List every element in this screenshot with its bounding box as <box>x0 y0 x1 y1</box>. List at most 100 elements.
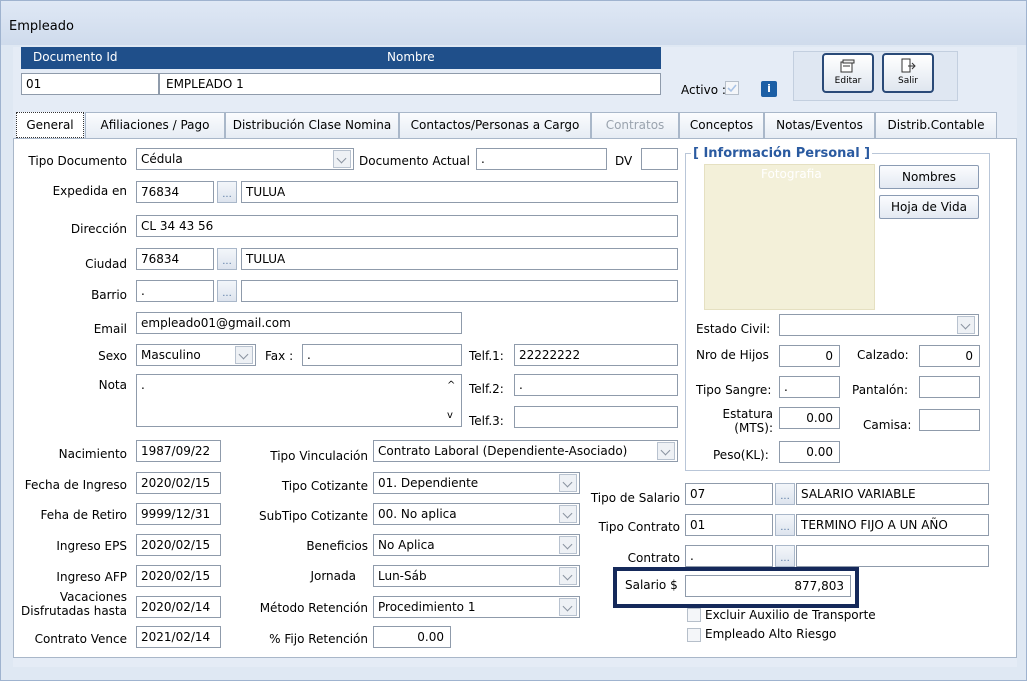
title-bar: Empleado <box>1 1 1026 45</box>
ingreso-eps-field[interactable]: 2020/02/15 <box>136 534 221 556</box>
fotografia-frame[interactable] <box>704 164 875 310</box>
scroll-down-icon[interactable]: v <box>447 409 453 423</box>
vacaciones-label-1: Vacaciones <box>59 590 127 604</box>
salir-button[interactable]: Salir <box>882 53 934 93</box>
ingreso-afp-field[interactable]: 2020/02/15 <box>136 565 221 587</box>
nombres-button[interactable]: Nombres <box>879 165 979 189</box>
chevron-down-icon[interactable] <box>235 346 253 364</box>
estatura-label-1: Estatura <box>722 407 774 421</box>
email-field[interactable]: empleado01@gmail.com <box>136 312 462 334</box>
excluir-auxilio-label: Excluir Auxilio de Transporte <box>705 608 876 622</box>
tipo-documento-label: Tipo Documento <box>28 154 127 168</box>
info-personal-title: [ Información Personal ] <box>691 146 873 161</box>
contrato-vence-label: Contrato Vence <box>34 632 127 646</box>
tab-afiliaciones[interactable]: Afiliaciones / Pago <box>85 112 225 138</box>
metodo-retencion-select[interactable]: Procedimiento 1 <box>373 596 580 618</box>
contrato-name-field[interactable] <box>796 545 989 567</box>
tab-general[interactable]: General <box>16 112 84 138</box>
vacaciones-field[interactable]: 2020/02/14 <box>136 596 221 618</box>
tab-distrib-contable[interactable]: Distrib.Contable <box>875 112 997 138</box>
pantalon-label: Pantalón: <box>852 383 909 397</box>
chevron-down-icon[interactable] <box>559 567 577 585</box>
editar-button[interactable]: Editar <box>822 53 874 93</box>
scroll-up-icon[interactable]: ^ <box>447 379 455 393</box>
activo-label: Activo : <box>681 83 726 97</box>
direccion-label: Dirección <box>70 222 127 236</box>
feha-retiro-field[interactable]: 9999/12/31 <box>136 503 221 525</box>
fax-label: Fax : <box>265 349 294 363</box>
ciudad-name-field[interactable]: TULUA <box>241 248 678 270</box>
telf2-field[interactable]: . <box>514 374 678 396</box>
estado-civil-select[interactable] <box>779 314 979 336</box>
dv-field[interactable] <box>641 148 678 170</box>
documento-id-field[interactable]: 01 <box>21 73 159 95</box>
expedida-lookup-button[interactable]: ... <box>217 181 237 203</box>
nombre-field[interactable]: EMPLEADO 1 <box>159 73 661 95</box>
telf2-label: Telf.2: <box>469 382 504 396</box>
chevron-down-icon[interactable] <box>657 442 675 460</box>
info-icon[interactable]: i <box>761 81 777 97</box>
tipo-contrato-lookup-button[interactable]: ... <box>775 514 795 536</box>
tab-distribucion-clase-nomina[interactable]: Distribución Clase Nomina <box>225 112 399 138</box>
chevron-down-icon[interactable] <box>957 316 975 334</box>
jornada-label: Jornada <box>310 569 356 583</box>
chevron-down-icon[interactable] <box>333 150 351 168</box>
subtipo-cotizante-select[interactable]: 00. No aplica <box>373 503 580 525</box>
chevron-down-icon[interactable] <box>559 505 577 523</box>
documento-actual-field[interactable]: . <box>476 148 607 170</box>
chevron-down-icon[interactable] <box>559 474 577 492</box>
telf1-field[interactable]: 22222222 <box>514 344 678 366</box>
ciudad-code-field[interactable]: 76834 <box>136 248 214 270</box>
nro-hijos-field[interactable]: 0 <box>779 345 840 367</box>
camisa-field[interactable] <box>919 409 980 431</box>
tipo-sangre-field[interactable]: . <box>779 376 840 398</box>
nacimiento-field[interactable]: 1987/09/22 <box>136 440 221 462</box>
tab-conceptos[interactable]: Conceptos <box>679 112 764 138</box>
hoja-vida-button[interactable]: Hoja de Vida <box>879 195 979 219</box>
tab-contratos[interactable]: Contratos <box>591 112 679 138</box>
dv-label: DV <box>615 154 633 168</box>
estatura-field[interactable]: 0.00 <box>779 407 840 429</box>
fecha-ingreso-field[interactable]: 2020/02/15 <box>136 472 221 494</box>
activo-checkbox[interactable] <box>725 81 739 95</box>
tipo-contrato-name-field[interactable]: TERMINO FIJO A UN AÑO <box>796 514 989 536</box>
tab-contactos[interactable]: Contactos/Personas a Cargo <box>399 112 591 138</box>
contrato-lookup-button[interactable]: ... <box>775 545 795 567</box>
direccion-field[interactable]: CL 34 43 56 <box>136 215 678 237</box>
tipo-cotizante-select[interactable]: 01. Dependiente <box>373 472 580 494</box>
chevron-down-icon[interactable] <box>559 598 577 616</box>
tipo-vinculacion-select[interactable]: Contrato Laboral (Dependiente-Asociado) <box>373 440 678 462</box>
beneficios-select[interactable]: No Aplica <box>373 534 580 556</box>
fijo-retencion-field[interactable]: 0.00 <box>373 626 451 648</box>
tipo-salario-code-field[interactable]: 07 <box>685 483 773 505</box>
nota-textarea[interactable]: . <box>136 374 462 427</box>
exit-icon <box>901 58 916 73</box>
pantalon-field[interactable] <box>919 376 980 398</box>
barrio-code-field[interactable]: . <box>136 280 214 302</box>
ciudad-lookup-button[interactable]: ... <box>217 248 237 270</box>
tipo-salario-lookup-button[interactable]: ... <box>775 483 795 505</box>
excluir-auxilio-checkbox[interactable] <box>687 608 701 622</box>
tipo-contrato-code-field[interactable]: 01 <box>685 514 773 536</box>
salario-field[interactable]: 877,803 <box>685 575 851 597</box>
alto-riesgo-checkbox[interactable] <box>687 628 701 642</box>
expedida-city-field[interactable]: TULUA <box>241 181 678 203</box>
fijo-retencion-label: % Fijo Retención <box>269 632 368 646</box>
fax-field[interactable]: . <box>302 344 462 366</box>
jornada-select[interactable]: Lun-Sáb <box>373 565 580 587</box>
peso-field[interactable]: 0.00 <box>779 441 840 463</box>
tipo-salario-label: Tipo de Salario <box>590 491 680 505</box>
tipo-documento-select[interactable]: Cédula <box>136 148 354 170</box>
expedida-code-field[interactable]: 76834 <box>136 181 214 203</box>
telf3-field[interactable] <box>514 406 678 428</box>
contrato-code-field[interactable]: . <box>685 545 773 567</box>
feha-retiro-label: Feha de Retiro <box>40 508 127 522</box>
tipo-contrato-label: Tipo Contrato <box>598 520 680 534</box>
barrio-lookup-button[interactable]: ... <box>217 280 237 302</box>
barrio-name-field[interactable] <box>241 280 678 302</box>
tipo-salario-name-field[interactable]: SALARIO VARIABLE <box>796 483 989 505</box>
chevron-down-icon[interactable] <box>559 536 577 554</box>
calzado-field[interactable]: 0 <box>919 345 980 367</box>
tab-notas-eventos[interactable]: Notas/Eventos <box>764 112 875 138</box>
contrato-vence-field[interactable]: 2021/02/14 <box>136 626 221 648</box>
